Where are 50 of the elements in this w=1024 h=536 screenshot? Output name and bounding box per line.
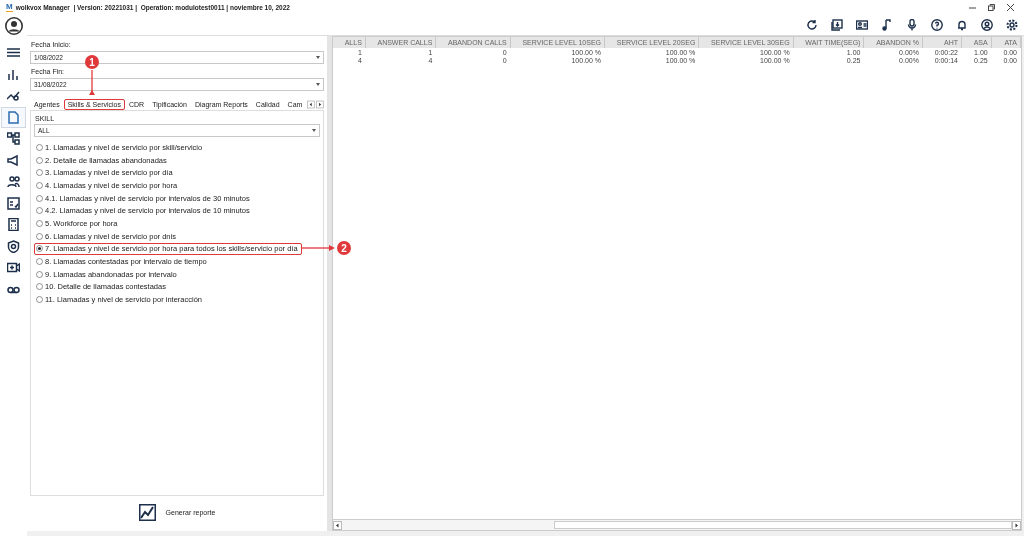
scroll-right-icon[interactable]	[316, 100, 324, 109]
close-icon[interactable]	[1007, 3, 1014, 11]
shield-icon	[7, 239, 20, 253]
help-icon[interactable]	[931, 18, 943, 31]
scrollbar-thumb[interactable]	[554, 521, 1012, 529]
radio-button[interactable]	[36, 181, 43, 189]
dropdown-caret-icon	[312, 129, 316, 132]
dropdown-caret-icon	[316, 83, 320, 86]
scroll-left-icon[interactable]	[333, 520, 342, 530]
app-logo: M	[6, 2, 13, 12]
radio-button[interactable]	[36, 270, 43, 278]
music-note-icon[interactable]	[881, 18, 893, 31]
radio-button[interactable]	[36, 194, 43, 202]
video-icon	[7, 261, 20, 275]
document-icon	[7, 110, 20, 124]
scroll-right-icon[interactable]	[1012, 520, 1021, 530]
line-chart-icon	[7, 89, 20, 103]
radio-button[interactable]	[36, 232, 43, 240]
restore-icon[interactable]	[988, 3, 995, 11]
radio-button[interactable]	[36, 169, 43, 177]
menu-icon	[7, 46, 20, 60]
people-icon	[7, 175, 20, 189]
radio-button[interactable]	[36, 143, 43, 151]
microphone-icon[interactable]	[906, 18, 918, 31]
radio-button[interactable]	[36, 219, 43, 227]
radio-button[interactable]	[36, 207, 43, 215]
dropdown-caret-icon	[316, 56, 320, 59]
calculator-icon	[7, 218, 20, 232]
megaphone-icon	[7, 153, 20, 167]
callout-arrow	[89, 69, 95, 95]
bell-icon[interactable]	[956, 18, 968, 31]
scroll-left-icon[interactable]	[307, 100, 316, 109]
checklist-icon	[7, 196, 20, 210]
refresh-icon[interactable]	[806, 18, 818, 31]
user-circle-icon[interactable]	[981, 18, 993, 31]
radio-button[interactable]	[36, 283, 43, 291]
radio-button[interactable]	[36, 156, 43, 164]
hierarchy-icon	[7, 132, 20, 146]
user-avatar-icon[interactable]	[4, 17, 23, 35]
radio-button[interactable]	[36, 245, 43, 253]
callout-badge: 1	[85, 55, 99, 69]
bar-chart-icon	[7, 67, 20, 81]
line-chart-icon	[138, 504, 156, 521]
settings-icon[interactable]	[1006, 18, 1018, 31]
book-icon[interactable]	[831, 18, 843, 31]
callout-badge: 2	[337, 241, 351, 255]
horizontal-scrollbar[interactable]	[333, 519, 1021, 530]
radio-button[interactable]	[36, 258, 43, 266]
radio-button[interactable]	[36, 296, 43, 304]
id-card-icon[interactable]	[856, 18, 868, 31]
